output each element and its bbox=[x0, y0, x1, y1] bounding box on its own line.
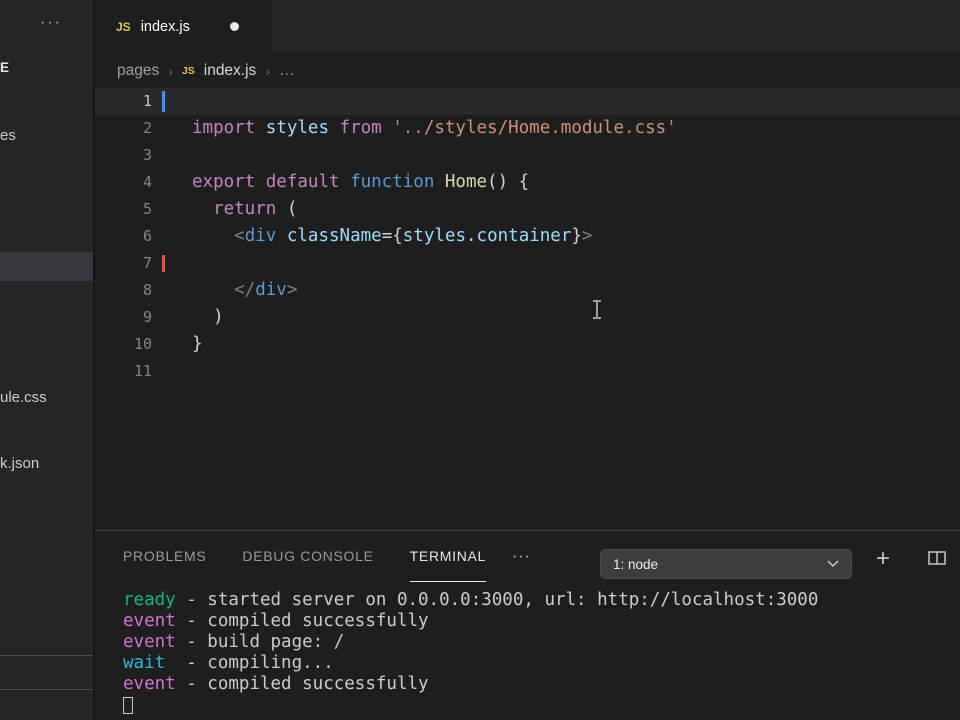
breadcrumb-file[interactable]: index.js bbox=[204, 62, 257, 80]
terminal-line: event - compiled successfully bbox=[123, 611, 429, 631]
line-number[interactable]: 4 bbox=[95, 169, 152, 196]
terminal-output[interactable]: ready - started server on 0.0.0.0:3000, … bbox=[95, 583, 960, 720]
line-number[interactable]: 9 bbox=[95, 304, 152, 331]
code-line-5[interactable]: 5 return ( bbox=[95, 196, 960, 223]
code-line-2[interactable]: 2 import styles from '../styles/Home.modu… bbox=[95, 115, 960, 142]
unsaved-changes-dot-icon[interactable] bbox=[229, 22, 239, 31]
panel-tab-problems[interactable]: PROBLEMS bbox=[123, 531, 206, 582]
chevron-right-icon: › bbox=[168, 62, 173, 79]
line-number[interactable]: 5 bbox=[95, 196, 152, 223]
code-line-6[interactable]: 6 <div className={styles.container}> bbox=[95, 223, 960, 250]
line-number[interactable]: 8 bbox=[95, 277, 152, 304]
code-text: return ( bbox=[213, 199, 298, 219]
new-terminal-icon[interactable]: + bbox=[876, 531, 890, 587]
terminal-dropdown-value: 1: node bbox=[613, 556, 659, 572]
terminal-line: ready - started server on 0.0.0.0:3000, … bbox=[123, 590, 819, 610]
js-file-icon: JS bbox=[116, 19, 131, 34]
terminal-lines: ready - started server on 0.0.0.0:3000, … bbox=[123, 590, 960, 714]
line-number[interactable]: 7 bbox=[95, 250, 152, 277]
panel-tabs: PROBLEMS DEBUG CONSOLE TERMINAL bbox=[123, 531, 487, 583]
panel-more-actions-icon[interactable]: ··· bbox=[512, 531, 531, 583]
sidebar-tree-item-partial[interactable]: ule.css bbox=[0, 389, 47, 406]
bottom-panel: PROBLEMS DEBUG CONSOLE TERMINAL ··· 1: nod… bbox=[95, 530, 960, 720]
code-lines: 1 2 import styles from '../styles/Home.mod… bbox=[95, 88, 960, 385]
line-number[interactable]: 6 bbox=[95, 223, 152, 250]
code-text: import styles from '../styles/Home.modul… bbox=[192, 118, 677, 138]
code-line-11[interactable]: 11 bbox=[95, 358, 960, 385]
line-number[interactable]: 11 bbox=[95, 358, 152, 385]
code-line-9[interactable]: 9 ) bbox=[95, 304, 960, 331]
code-editor[interactable]: 1 2 import styles from '../styles/Home.mod… bbox=[95, 88, 960, 530]
panel-header: PROBLEMS DEBUG CONSOLE TERMINAL ··· 1: nod… bbox=[95, 531, 960, 583]
explorer-sidebar: ··· E es ule.css k.json bbox=[0, 0, 95, 720]
breadcrumb: pages › JS index.js › … bbox=[95, 53, 960, 88]
mouse-cursor-ibeam bbox=[593, 300, 601, 319]
sidebar-section-divider bbox=[0, 689, 93, 690]
chevron-down-icon bbox=[827, 560, 839, 568]
terminal-instance-dropdown[interactable]: 1: node bbox=[600, 549, 852, 579]
line-number[interactable]: 10 bbox=[95, 331, 152, 358]
terminal-line: event - build page: / bbox=[123, 632, 345, 652]
editor-group: JS index.js pages › JS index.js › … 1 2 im… bbox=[95, 0, 960, 720]
breadcrumb-folder[interactable]: pages bbox=[117, 62, 159, 80]
line-number[interactable]: 3 bbox=[95, 142, 152, 169]
code-text: ) bbox=[192, 307, 224, 327]
sidebar-tree-item-partial[interactable]: k.json bbox=[0, 455, 39, 472]
code-line-1[interactable]: 1 bbox=[95, 88, 960, 115]
terminal-line: wait - compiling... bbox=[123, 653, 334, 673]
code-text: <div className={styles.container}> bbox=[234, 226, 593, 246]
tab-label: index.js bbox=[140, 18, 190, 35]
sidebar-section-header-partial[interactable]: E bbox=[0, 60, 10, 75]
js-file-icon: JS bbox=[181, 64, 195, 77]
split-terminal-icon[interactable] bbox=[928, 551, 946, 565]
panel-tab-debug-console[interactable]: DEBUG CONSOLE bbox=[242, 531, 373, 582]
sidebar-selected-item[interactable] bbox=[0, 252, 93, 281]
chevron-right-icon: › bbox=[265, 62, 270, 79]
vscode-window: ··· E es ule.css k.json JS index.js page… bbox=[0, 0, 960, 720]
code-text: </div> bbox=[234, 280, 298, 300]
code-line-4[interactable]: 4 export default function Home() { bbox=[95, 169, 960, 196]
code-line-8[interactable]: 8 </div> bbox=[95, 277, 960, 304]
code-line-7[interactable]: 7 bbox=[95, 250, 960, 277]
terminal-block-cursor bbox=[123, 697, 133, 714]
code-line-10[interactable]: 10} bbox=[95, 331, 960, 358]
sidebar-section-divider bbox=[0, 655, 93, 656]
gutter-marker bbox=[162, 255, 165, 272]
code-text: export default function Home() { bbox=[192, 172, 530, 192]
terminal-line: event - compiled successfully bbox=[123, 674, 429, 694]
tab-bar: JS index.js bbox=[95, 0, 960, 53]
line-number[interactable]: 1 bbox=[95, 88, 152, 115]
sidebar-more-actions-icon[interactable]: ··· bbox=[40, 14, 62, 32]
text-cursor bbox=[162, 91, 165, 112]
panel-tab-terminal[interactable]: TERMINAL bbox=[409, 531, 487, 582]
line-number[interactable]: 2 bbox=[95, 115, 152, 142]
code-line-3[interactable]: 3 bbox=[95, 142, 960, 169]
sidebar-tree-item-partial[interactable]: es bbox=[0, 127, 16, 144]
breadcrumb-symbol-ellipsis[interactable]: … bbox=[279, 62, 295, 80]
tab-index-js[interactable]: JS index.js bbox=[95, 0, 272, 53]
code-text: } bbox=[192, 334, 203, 354]
